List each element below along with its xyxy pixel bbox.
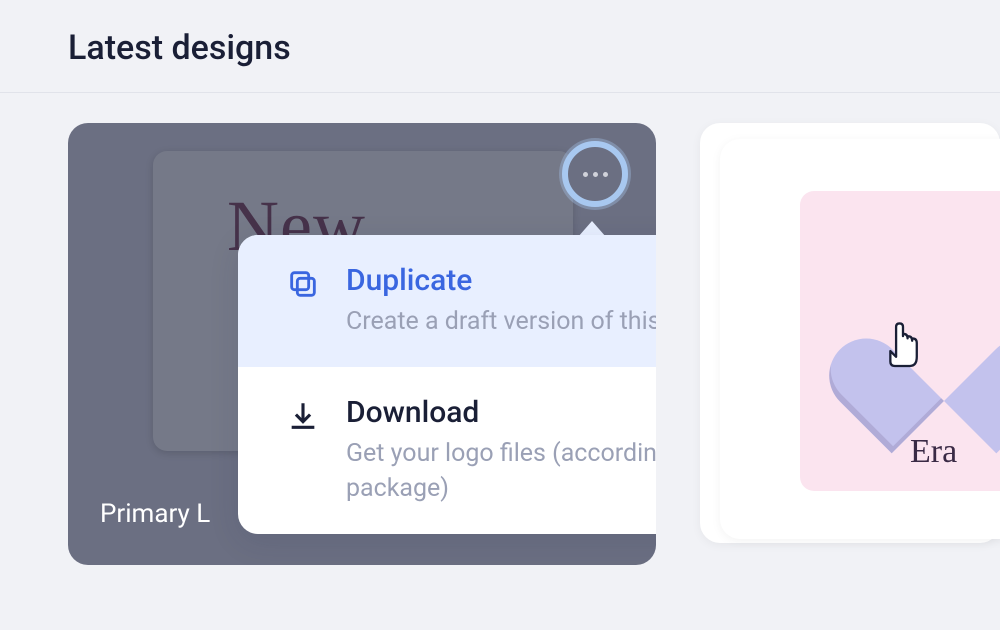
- card-title: Primary L: [100, 499, 210, 529]
- ellipsis-icon: [583, 172, 608, 177]
- menu-item-text: Duplicate Create a draft version of this…: [346, 263, 656, 339]
- menu-item-title: Download: [346, 395, 656, 430]
- menu-item-desc: Create a draft version of this logo: [346, 304, 656, 339]
- section-title: Latest designs: [0, 0, 1000, 93]
- menu-item-title: Duplicate: [346, 263, 656, 298]
- card-actions-dropdown: Duplicate Create a draft version of this…: [238, 235, 656, 534]
- menu-item-download[interactable]: Download Get your logo files (according …: [238, 367, 656, 534]
- design-preview: Era: [800, 191, 1000, 491]
- menu-item-text: Download Get your logo files (according …: [346, 395, 656, 506]
- designs-grid: New Duplicate Create a draft version of …: [0, 93, 1000, 123]
- heart-icon: [886, 291, 1000, 401]
- menu-item-duplicate[interactable]: Duplicate Create a draft version of this…: [238, 235, 656, 367]
- design-card-primary[interactable]: New Duplicate Create a draft version of …: [68, 123, 656, 565]
- design-card-secondary[interactable]: Era: [700, 123, 1000, 565]
- menu-item-desc: Get your logo files (according to your p…: [346, 436, 656, 506]
- card-more-button[interactable]: [562, 141, 628, 207]
- download-icon: [286, 399, 320, 433]
- preview-text: Era: [910, 433, 957, 471]
- duplicate-icon: [286, 267, 320, 301]
